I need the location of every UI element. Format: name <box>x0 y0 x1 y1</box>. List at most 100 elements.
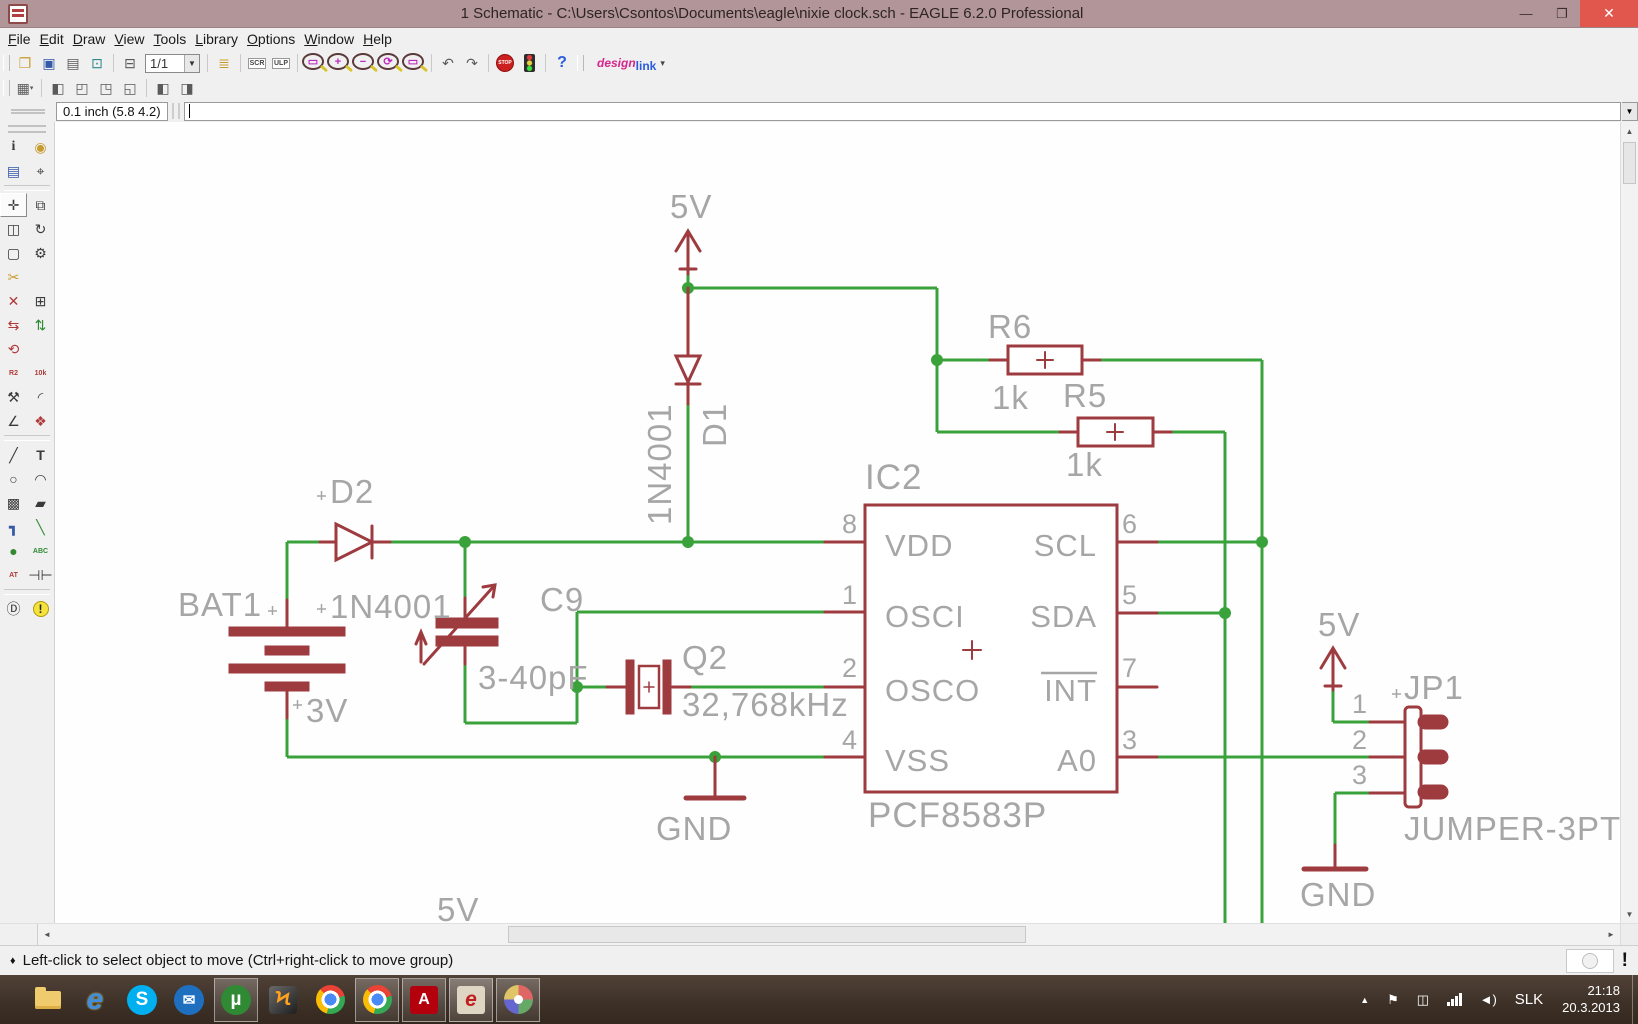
vertical-scroll-thumb[interactable] <box>1623 142 1636 184</box>
zoom-out-icon[interactable]: − <box>352 53 374 70</box>
horizontal-scroll-thumb[interactable] <box>508 926 1026 943</box>
restore-button[interactable]: ❐ <box>1544 0 1580 27</box>
traffic-light-icon[interactable] <box>518 53 540 73</box>
taskbar-adobe-reader[interactable]: A <box>402 977 446 1022</box>
zoom-redraw-icon[interactable]: ⟳ <box>377 53 399 70</box>
zoom-in-icon[interactable]: + <box>327 53 349 70</box>
pin-name-scl[interactable]: SCL <box>1034 528 1097 563</box>
component-d2[interactable] <box>318 521 392 563</box>
supply-gnd-jp1[interactable] <box>1301 843 1369 872</box>
pin-name-vss[interactable]: VSS <box>885 743 950 778</box>
frame-layout-2-icon[interactable]: ◨ <box>176 78 198 98</box>
label-r6-name[interactable]: R6 <box>988 308 1032 345</box>
taskbar-file-explorer[interactable] <box>26 978 70 1022</box>
pin-number-4[interactable]: 4 <box>842 725 858 755</box>
component-d1[interactable] <box>673 286 703 406</box>
taskbar-chrome-2[interactable] <box>355 977 399 1022</box>
name-tool[interactable]: R2 <box>0 361 27 385</box>
label-5v-bottom[interactable]: 5V <box>437 891 479 923</box>
label-q2-name[interactable]: Q2 <box>682 639 728 676</box>
undo-icon[interactable]: ↶ <box>437 53 459 73</box>
replace-tool[interactable]: ⟲ <box>0 337 27 361</box>
attribute-tool[interactable]: AT <box>0 563 27 587</box>
run-ulp-icon[interactable]: ULP <box>270 53 292 73</box>
label-ic2-name[interactable]: IC2 <box>865 458 922 497</box>
menu-draw[interactable]: Draw <box>73 29 115 49</box>
label-5v-jp1[interactable]: 5V <box>1318 606 1360 643</box>
menu-help[interactable]: Help <box>363 29 401 49</box>
pin-number-8[interactable]: 8 <box>842 509 858 539</box>
help-icon[interactable]: ? <box>551 53 573 73</box>
alert-icon[interactable]: ! <box>1622 950 1628 972</box>
label-jp1-name[interactable]: JP1 <box>1404 669 1464 706</box>
library-icon[interactable]: ≣ <box>213 53 235 73</box>
info-tool[interactable]: i <box>0 135 27 159</box>
menu-window[interactable]: Window <box>304 29 363 49</box>
taskbar-paint[interactable] <box>496 977 540 1022</box>
copy-tool[interactable]: ⧉ <box>27 193 54 217</box>
show-tool[interactable]: ◉ <box>27 135 54 159</box>
network-icon[interactable] <box>1447 993 1462 1006</box>
component-r6[interactable] <box>988 344 1102 376</box>
cam-processor-icon[interactable]: ⊡ <box>86 53 108 73</box>
taskbar-eagle[interactable]: e <box>449 977 493 1022</box>
mirror-tool[interactable]: ◫ <box>0 217 27 241</box>
split-layout-1-icon[interactable]: ◧ <box>47 78 69 98</box>
symbols[interactable] <box>228 228 1449 872</box>
sheet-dropdown-icon[interactable]: ▼ <box>184 54 199 72</box>
taskbar-winamp[interactable]: Ϟ <box>261 978 305 1022</box>
invoke-tool[interactable]: ❖ <box>27 409 54 433</box>
component-r5[interactable] <box>1058 416 1173 448</box>
display-layers-tool[interactable]: ▤ <box>0 159 27 183</box>
change-tool[interactable]: ⚙ <box>27 241 54 265</box>
taskbar-chrome[interactable] <box>308 978 352 1022</box>
gateswap-tool[interactable]: ⇅ <box>27 313 54 337</box>
vertical-scroll-track[interactable] <box>1621 140 1638 905</box>
pin-name-sda[interactable]: SDA <box>1030 599 1097 634</box>
pin-name-osci[interactable]: OSCI <box>885 599 965 634</box>
supply-5v-top[interactable] <box>674 228 702 276</box>
errors-tool[interactable]: ! <box>27 597 54 621</box>
scroll-down-icon[interactable]: ▼ <box>1621 905 1638 923</box>
group-tool[interactable]: ▢ <box>0 241 27 265</box>
save-icon[interactable]: ▣ <box>38 53 60 73</box>
pin-name-a0[interactable]: A0 <box>1057 743 1097 778</box>
jp1-pin-2[interactable]: 2 <box>1352 725 1368 755</box>
frame-layout-1-icon[interactable]: ◧ <box>152 78 174 98</box>
show-desktop-button[interactable] <box>1632 975 1638 1024</box>
redo-icon[interactable]: ↷ <box>461 53 483 73</box>
vertical-scrollbar[interactable]: ▲ ▼ <box>1620 122 1638 923</box>
taskbar-thunderbird[interactable]: ✉ <box>167 978 211 1022</box>
run-script-icon[interactable]: SCR <box>246 53 268 73</box>
label-ic2-value[interactable]: PCF8583P <box>868 796 1047 835</box>
label-bat1-value[interactable]: 3V <box>306 692 348 729</box>
switch-to-board-icon[interactable]: ⊟ <box>119 53 141 73</box>
supply-5v-jp1[interactable] <box>1319 645 1347 692</box>
scroll-up-icon[interactable]: ▲ <box>1621 122 1638 140</box>
junction-tool[interactable]: ● <box>0 539 27 563</box>
menu-view[interactable]: View <box>114 29 153 49</box>
pin-name-int[interactable]: INT <box>1044 673 1097 708</box>
component-ic2[interactable] <box>823 503 1159 794</box>
pinswap-tool[interactable]: ⇆ <box>0 313 27 337</box>
close-button[interactable]: ✕ <box>1580 0 1638 27</box>
pin-number-7[interactable]: 7 <box>1122 653 1138 683</box>
dimension-tool[interactable]: ⊣⊢ <box>27 563 54 587</box>
rect-tool[interactable]: ▩ <box>0 491 27 515</box>
menu-file[interactable]: File <box>8 29 40 49</box>
volume-mixer-icon[interactable]: ◫ <box>1417 992 1429 1008</box>
bus-tool[interactable]: ┓ <box>0 515 27 539</box>
command-dropdown-icon[interactable]: ▼ <box>1622 101 1638 121</box>
label-d2-value[interactable]: 1N4001 <box>330 588 452 625</box>
move-tool[interactable]: ✛ <box>0 193 27 217</box>
label-r5-value[interactable]: 1k <box>1066 446 1103 483</box>
pin-number-6[interactable]: 6 <box>1122 509 1138 539</box>
menu-library[interactable]: Library <box>195 29 247 49</box>
circle-tool[interactable]: ○ <box>0 467 27 491</box>
label-5v-top[interactable]: 5V <box>670 188 712 225</box>
jp1-pin-3[interactable]: 3 <box>1352 760 1368 790</box>
label-jp1-value[interactable]: JUMPER-3PT <box>1404 810 1620 847</box>
print-icon[interactable]: ▤ <box>62 53 84 73</box>
minimize-button[interactable]: — <box>1508 0 1544 27</box>
text-tool[interactable]: T <box>27 443 54 467</box>
